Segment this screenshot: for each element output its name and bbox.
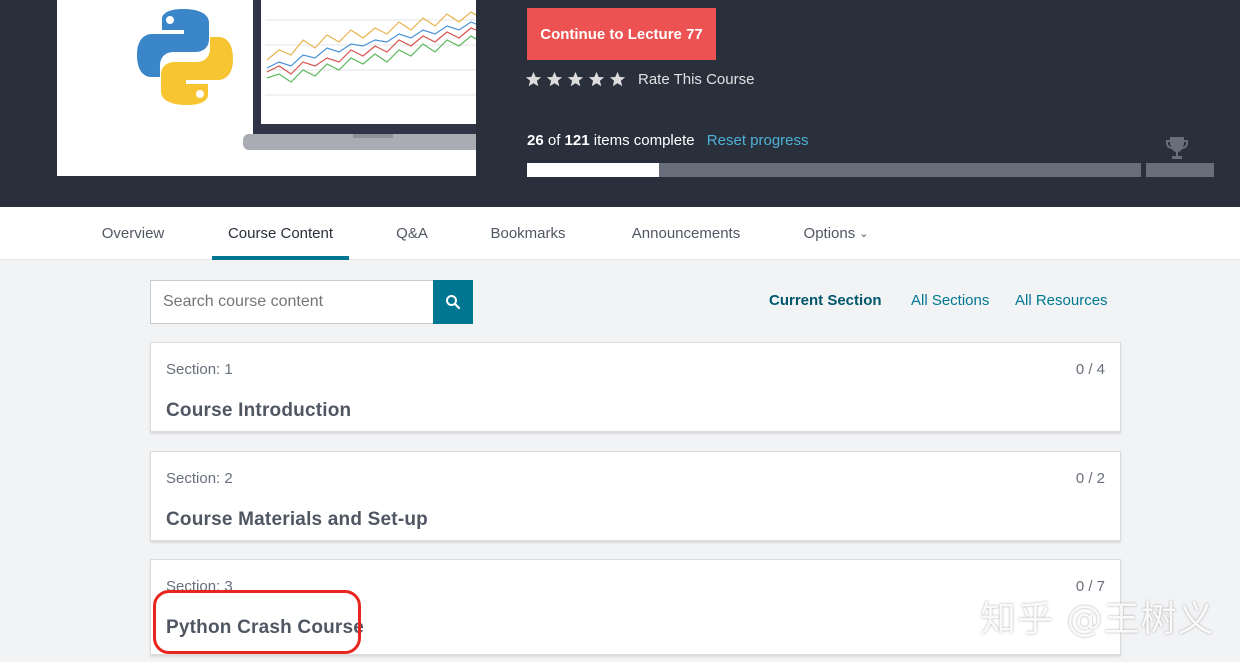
progress-bar — [527, 163, 1141, 177]
watermark-text: 知乎 @王树义 — [980, 599, 1215, 640]
search-icon — [446, 295, 461, 310]
section-progress-count: 0 / 2 — [1075, 470, 1105, 487]
tab-qa[interactable]: Q&A — [382, 207, 442, 260]
star-icon[interactable] — [525, 71, 542, 88]
chevron-down-icon: ⌄ — [859, 228, 869, 240]
star-icon[interactable] — [567, 71, 584, 88]
total-count: 121 — [564, 132, 590, 149]
search-input[interactable] — [150, 280, 434, 324]
laptop-chart-illustration — [243, 0, 476, 150]
course-tabs: Overview Course Content Q&A Bookmarks An… — [0, 207, 1240, 260]
star-icon[interactable] — [588, 71, 605, 88]
section-card[interactable]: Section: 1 0 / 4 Course Introduction — [150, 342, 1121, 432]
star-icon[interactable] — [609, 71, 626, 88]
items-complete-label: items complete — [593, 132, 695, 149]
rate-course-link[interactable]: Rate This Course — [638, 71, 754, 88]
course-thumbnail — [57, 0, 476, 176]
section-progress-count: 0 / 4 — [1075, 361, 1105, 378]
section-title: Course Materials and Set-up — [166, 509, 428, 530]
completed-count: 26 — [527, 132, 544, 149]
trophy-icon — [1166, 137, 1188, 159]
rating-widget[interactable]: Rate This Course — [525, 68, 754, 90]
progress-bar-end — [1146, 163, 1214, 177]
filter-all-resources[interactable]: All Resources — [1015, 292, 1108, 309]
search-button[interactable] — [433, 280, 473, 324]
section-card[interactable]: Section: 2 0 / 2 Course Materials and Se… — [150, 451, 1121, 541]
of-word: of — [547, 132, 561, 149]
section-title: Course Introduction — [166, 400, 352, 421]
section-number: Section: 1 — [166, 361, 233, 378]
course-header: Continue to Lecture 77 Rate This Course … — [0, 0, 1240, 207]
python-logo-icon — [137, 9, 233, 105]
section-number: Section: 2 — [166, 470, 233, 487]
tab-course-content[interactable]: Course Content — [212, 207, 349, 260]
filter-current-section[interactable]: Current Section — [769, 292, 882, 309]
tab-overview[interactable]: Overview — [88, 207, 178, 260]
reset-progress-link[interactable]: Reset progress — [707, 132, 809, 149]
star-icon[interactable] — [546, 71, 563, 88]
tab-options-label: Options — [803, 225, 856, 242]
filter-all-sections[interactable]: All Sections — [911, 292, 989, 309]
tab-announcements[interactable]: Announcements — [616, 207, 756, 260]
annotation-highlight-circle — [153, 590, 361, 654]
continue-lecture-button[interactable]: Continue to Lecture 77 — [527, 8, 716, 60]
tab-options[interactable]: Options ⌄ — [792, 207, 880, 260]
tab-bookmarks[interactable]: Bookmarks — [478, 207, 578, 260]
progress-summary: 26 of 121 items complete Reset progress — [527, 132, 809, 149]
progress-bar-fill — [527, 163, 659, 177]
